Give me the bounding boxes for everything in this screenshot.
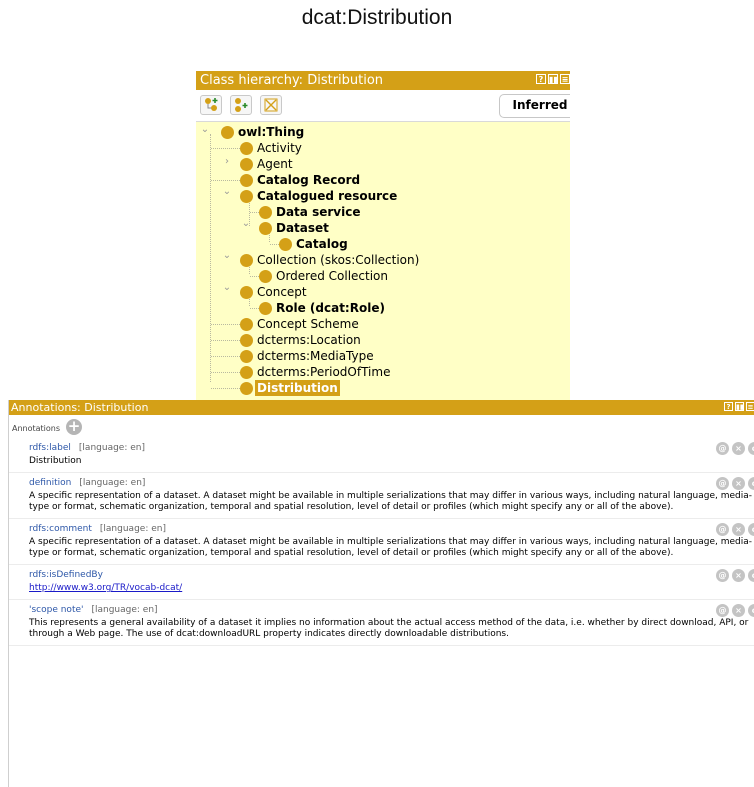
class-icon [240, 173, 253, 187]
annotation-language: [language: en] [91, 605, 158, 615]
add-subclass-button[interactable] [200, 95, 222, 115]
annotation-language: [language: en] [79, 478, 146, 488]
annotations-title: Annotations: Distribution [11, 401, 149, 414]
annotation-property[interactable]: rdfs:label [29, 443, 71, 453]
menu-icon[interactable]: ≡ [746, 402, 754, 411]
tree-item[interactable]: dcterms:PeriodOfTime [240, 364, 392, 380]
tree-item[interactable]: Catalog [279, 236, 350, 252]
delete-class-button[interactable] [260, 95, 282, 115]
help-icon[interactable]: ? [536, 74, 546, 84]
class-icon [259, 205, 272, 219]
inferred-toggle[interactable]: Inferred [499, 94, 570, 118]
delete-icon[interactable]: × [732, 477, 745, 490]
class-icon [240, 189, 253, 203]
pause-icon[interactable]: ▮▮ [735, 402, 744, 411]
expand-toggle-icon[interactable]: ⌄ [241, 218, 251, 229]
tree-item[interactable]: Catalogued resource [240, 188, 399, 204]
delete-icon[interactable]: × [732, 604, 745, 617]
annotation-language: [language: en] [99, 524, 166, 534]
annotation-language: [language: en] [78, 443, 145, 453]
edit-icon[interactable]: o [748, 442, 754, 455]
class-icon [240, 333, 253, 347]
tree-item[interactable]: Ordered Collection [259, 268, 390, 284]
annotation-value: A specific representation of a dataset. … [29, 491, 753, 512]
annotation-value: This represents a general availability o… [29, 618, 749, 639]
annotation-item: rdfs:isDefinedBy http://www.w3.org/TR/vo… [9, 565, 754, 600]
tree-item[interactable]: dcterms:Location [240, 332, 363, 348]
edit-icon[interactable]: o [748, 604, 754, 617]
annotation-property[interactable]: rdfs:isDefinedBy [29, 570, 103, 580]
tree-item[interactable]: Activity [240, 140, 304, 156]
annotation-at-icon[interactable]: @ [716, 604, 729, 617]
add-subclass-icon [205, 98, 218, 111]
tree-item[interactable]: Collection (skos:Collection) [240, 252, 421, 268]
page-title: dcat:Distribution [301, 6, 453, 29]
class-hierarchy-panel: Class hierarchy: Distribution ? ▮▮ ≡ Inf… [196, 71, 570, 404]
class-icon [221, 125, 234, 139]
class-hierarchy-title: Class hierarchy: Distribution [200, 73, 384, 88]
tree-item[interactable]: dcterms:MediaType [240, 348, 376, 364]
annotation-at-icon[interactable]: @ [716, 442, 729, 455]
annotations-label: Annotations [12, 424, 61, 433]
delete-icon[interactable]: × [732, 569, 745, 582]
annotation-item: rdfs:comment [language: en] A specific re… [9, 519, 754, 565]
tree-item[interactable]: Agent [240, 156, 295, 172]
menu-icon[interactable]: ≡ [560, 74, 570, 84]
class-icon [259, 301, 272, 315]
class-tree: ⌄ owl:Thing Activity › Agent Catalog Rec… [196, 122, 570, 404]
expand-toggle-icon[interactable]: › [222, 156, 232, 167]
annotation-property[interactable]: definition [29, 478, 71, 488]
annotation-at-icon[interactable]: @ [716, 569, 729, 582]
delete-icon[interactable]: × [732, 523, 745, 536]
class-icon [259, 269, 272, 283]
class-icon [240, 349, 253, 363]
tree-item[interactable]: Catalog Record [240, 172, 362, 188]
expand-toggle-icon[interactable]: ⌄ [200, 124, 210, 135]
pause-icon[interactable]: ▮▮ [548, 74, 558, 84]
add-sibling-icon [235, 98, 248, 112]
class-icon [240, 141, 253, 155]
annotation-at-icon[interactable]: @ [716, 477, 729, 490]
help-icon[interactable]: ? [724, 402, 733, 411]
edit-icon[interactable]: o [748, 477, 754, 490]
delete-icon[interactable]: × [732, 442, 745, 455]
add-annotation-button[interactable]: + [66, 419, 82, 435]
annotation-property[interactable]: rdfs:comment [29, 524, 92, 534]
annotation-item: rdfs:label [language: en] Distribution @ ×… [9, 438, 754, 473]
tree-item[interactable]: Dataset [259, 220, 331, 236]
class-icon [279, 237, 292, 251]
tree-item[interactable]: Concept Scheme [240, 316, 361, 332]
tree-item-owl-thing[interactable]: owl:Thing [221, 124, 306, 140]
class-icon [259, 221, 272, 235]
annotation-value: A specific representation of a dataset. … [29, 537, 753, 558]
add-sibling-button[interactable] [230, 95, 252, 115]
tree-item[interactable]: Concept [240, 284, 309, 300]
annotation-item: definition [language: en] A specific repr… [9, 473, 754, 519]
annotation-item: 'scope note' [language: en] This represen… [9, 600, 754, 646]
annotations-header: Annotations + [9, 415, 754, 438]
delete-class-icon [264, 98, 278, 112]
tree-item[interactable]: Data service [259, 204, 362, 220]
class-icon [240, 317, 253, 331]
tree-item-selected[interactable]: Distribution [240, 380, 340, 396]
class-icon [240, 253, 253, 267]
class-hierarchy-toolbar: Inferred [196, 90, 570, 122]
edit-icon[interactable]: o [748, 523, 754, 536]
annotations-panel: Annotations: Distribution ? ▮▮ ≡ Annotat… [8, 400, 754, 787]
expand-toggle-icon[interactable]: ⌄ [222, 250, 232, 261]
annotation-at-icon[interactable]: @ [716, 523, 729, 536]
expand-toggle-icon[interactable]: ⌄ [222, 186, 232, 197]
class-icon [240, 157, 253, 171]
class-icon [240, 365, 253, 379]
annotation-property[interactable]: 'scope note' [29, 605, 83, 615]
annotation-value: Distribution [29, 456, 82, 466]
class-hierarchy-title-bar: Class hierarchy: Distribution ? ▮▮ ≡ [196, 71, 570, 90]
annotations-title-bar: Annotations: Distribution ? ▮▮ ≡ [9, 400, 754, 415]
class-icon [240, 381, 253, 395]
class-icon [240, 285, 253, 299]
expand-toggle-icon[interactable]: ⌄ [222, 282, 232, 293]
edit-icon[interactable]: o [748, 569, 754, 582]
defined-by-link[interactable]: http://www.w3.org/TR/vocab-dcat/ [29, 583, 182, 593]
tree-item[interactable]: Role (dcat:Role) [259, 300, 387, 316]
